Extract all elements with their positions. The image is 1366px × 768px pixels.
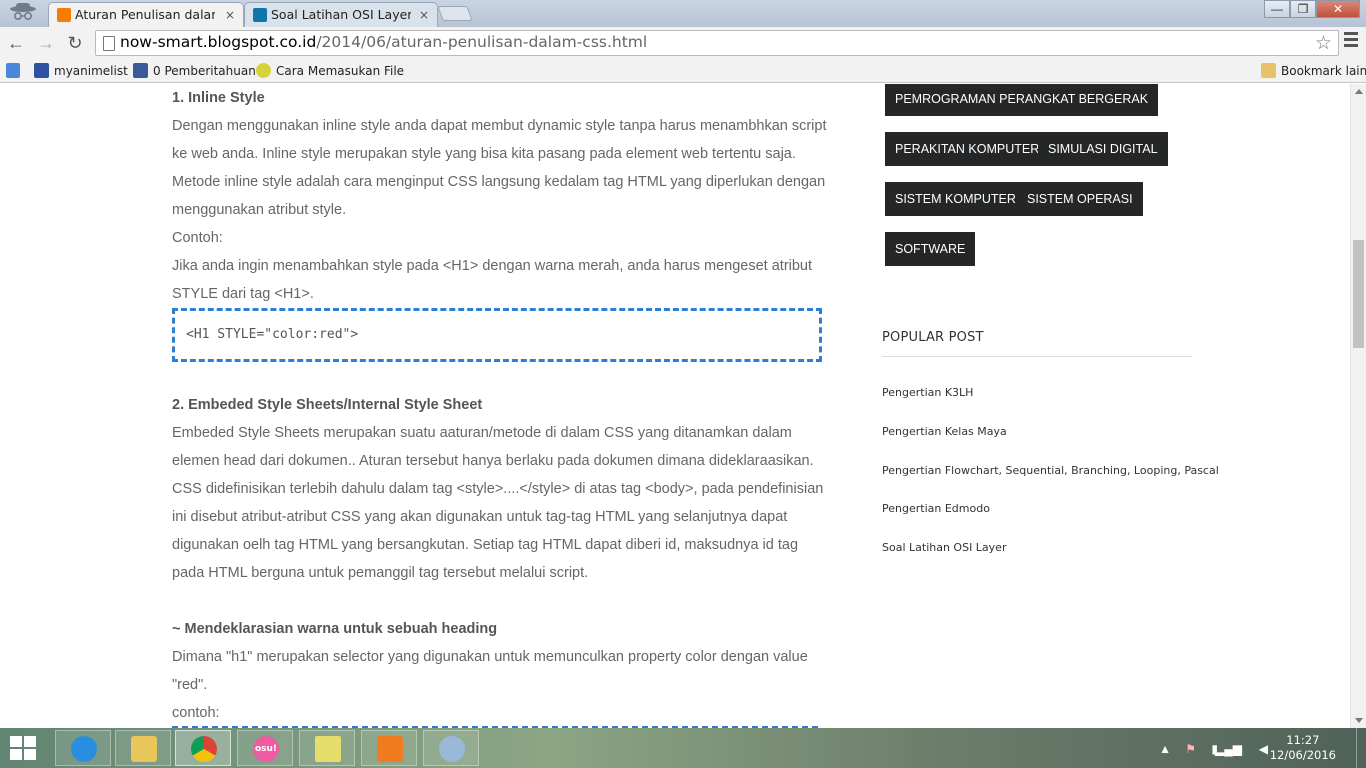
popular-post-link[interactable]: Soal Latihan OSI Layer [882, 541, 1006, 554]
internet-explorer-icon [71, 736, 97, 762]
taskbar-paint[interactable] [423, 730, 479, 766]
url-text[interactable]: now-smart.blogspot.co.id/2014/06/aturan-… [120, 33, 647, 51]
forward-button[interactable]: → [34, 30, 58, 56]
chrome-icon [191, 736, 217, 762]
bookmarks-bar: myanimelist 0 Pemberitahuan Cara Memasuk… [0, 59, 1366, 83]
paragraph-line: ke web anda. Inline style merupakan styl… [172, 146, 796, 162]
bookmark-other[interactable]: Bookmark lain [1261, 62, 1366, 80]
popular-post-link[interactable]: Pengertian Edmodo [882, 502, 990, 515]
reload-button[interactable]: ↻ [63, 30, 87, 56]
label-tag[interactable]: SOFTWARE [885, 232, 976, 266]
paragraph-line: CSS didefinisikan terlebih dahulu dalam … [172, 481, 824, 497]
minimize-button[interactable]: — [1264, 0, 1290, 18]
bookmark-star-icon[interactable]: ☆ [1315, 32, 1332, 55]
back-button[interactable]: ← [4, 30, 28, 56]
action-center-icon[interactable]: ⚑ [1185, 742, 1196, 756]
tab-aturan-penulisan[interactable]: Aturan Penulisan dalam C × [48, 2, 244, 27]
tab-soal-latihan[interactable]: Soal Latihan OSI Layer × [244, 2, 438, 27]
linkedin-favicon-icon [253, 8, 267, 22]
tab-close-icon[interactable]: × [225, 3, 235, 27]
maximize-button[interactable]: ❐ [1290, 0, 1316, 18]
popular-post-link[interactable]: Pengertian Kelas Maya [882, 425, 1007, 438]
apps-shortcut-icon[interactable] [6, 62, 25, 80]
site-icon [256, 63, 271, 78]
close-window-button[interactable]: ✕ [1316, 0, 1360, 18]
vertical-scrollbar[interactable] [1350, 84, 1366, 728]
web-page: 1. Inline Style Dengan menggunakan inlin… [0, 84, 1350, 728]
page-icon [103, 36, 115, 51]
chrome-menu-icon[interactable] [1344, 32, 1358, 50]
taskbar-osu[interactable]: osu! [237, 730, 293, 766]
volume-icon[interactable]: ◀ [1259, 742, 1268, 756]
url-path: /2014/06/aturan-penulisan-dalam-css.html [316, 33, 648, 51]
bookmark-pemberitahuan[interactable]: 0 Pemberitahuan [133, 62, 256, 80]
paragraph-line: contoh: [172, 705, 220, 721]
taskbar-file-explorer[interactable] [115, 730, 171, 766]
label-tag[interactable]: SISTEM OPERASI [1017, 182, 1143, 216]
mal-icon [34, 63, 49, 78]
pdf-icon [377, 736, 403, 762]
scroll-down-arrow-icon[interactable] [1355, 718, 1363, 723]
label-tag[interactable]: PERAKITAN KOMPUTER [885, 132, 1050, 166]
network-signal-icon[interactable]: ▂▄▆ [1215, 742, 1242, 756]
url-host: now-smart.blogspot.co.id [120, 33, 317, 51]
clock-date: 12/06/2016 [1269, 748, 1336, 762]
popular-post-link[interactable]: Pengertian Flowchart, Sequential, Branch… [882, 464, 1219, 477]
facebook-icon [133, 63, 148, 78]
code-block: <H1 STYLE="color:red"> [172, 308, 822, 362]
windows-start-icon[interactable] [10, 736, 38, 762]
incognito-icon [10, 3, 36, 21]
osu-icon: osu! [253, 736, 279, 762]
paragraph-line: digunakan oelh tag HTML yang bersangkuta… [172, 537, 799, 553]
sticky-notes-icon [315, 736, 341, 762]
show-desktop-button[interactable] [1356, 728, 1366, 768]
taskbar-sticky-notes[interactable] [299, 730, 355, 766]
paragraph-line: "red". [172, 677, 208, 693]
section-heading: 2. Embeded Style Sheets/Internal Style S… [172, 397, 483, 413]
tab-title: Aturan Penulisan dalam C [75, 7, 215, 22]
paragraph-line: Jika anda ingin menambahkan style pada <… [172, 258, 813, 274]
folder-icon [131, 736, 157, 762]
scroll-up-arrow-icon[interactable] [1355, 89, 1363, 94]
popular-post-title: POPULAR POST [882, 330, 984, 345]
clock-time: 11:27 [1286, 733, 1320, 747]
paragraph-line: ini disebut atribut-atribut CSS yang aka… [172, 509, 788, 525]
tab-close-icon[interactable]: × [419, 3, 429, 27]
blogger-favicon-icon [57, 8, 71, 22]
paragraph-line: Metode inline style adalah cara menginpu… [172, 174, 826, 190]
paint-palette-icon [439, 736, 465, 762]
paragraph-line: Dimana "h1" merupakan selector yang digu… [172, 649, 808, 665]
divider [882, 356, 1192, 357]
new-tab-button[interactable] [437, 6, 473, 21]
folder-icon [1261, 63, 1276, 78]
show-hidden-icons-icon[interactable]: ▲ [1159, 742, 1171, 756]
system-clock[interactable]: 11:27 12/06/2016 [1270, 733, 1336, 763]
tab-strip: Aturan Penulisan dalam C × Soal Latihan … [0, 0, 1366, 27]
paragraph-line: menggunakan atribut style. [172, 202, 347, 218]
taskbar-foxit-pdf[interactable] [361, 730, 417, 766]
label-tag[interactable]: SIMULASI DIGITAL [1038, 132, 1168, 166]
section-heading: ~ Mendeklarasian warna untuk sebuah head… [172, 621, 498, 637]
bookmark-cara-memasukan[interactable]: Cara Memasukan File [256, 62, 404, 80]
scroll-thumb[interactable] [1353, 240, 1364, 348]
address-bar[interactable]: now-smart.blogspot.co.id/2014/06/aturan-… [95, 30, 1339, 56]
taskbar-chrome[interactable] [175, 730, 231, 766]
paragraph-line: Contoh: [172, 230, 223, 246]
windows-taskbar: osu! ▲ ⚑ ▮ ▂▄▆ ◀ 11:27 12/06/2016 [0, 728, 1366, 768]
tab-title: Soal Latihan OSI Layer [271, 7, 411, 22]
paragraph-line: Dengan menggunakan inline style anda dap… [172, 118, 827, 134]
paragraph-line: pada HTML berguna untuk pemanggil tag te… [172, 565, 589, 581]
window-controls: — ❐ ✕ [1264, 0, 1360, 18]
browser-toolbar: ← → ↻ now-smart.blogspot.co.id/2014/06/a… [0, 27, 1366, 59]
popular-post-link[interactable]: Pengertian K3LH [882, 386, 973, 399]
section-heading: 1. Inline Style [172, 90, 265, 106]
paragraph-line: STYLE dari tag <H1>. [172, 286, 314, 302]
taskbar-internet-explorer[interactable] [55, 730, 111, 766]
bookmark-myanimelist[interactable]: myanimelist [34, 62, 128, 80]
paragraph-line: Embeded Style Sheets merupakan suatu aat… [172, 425, 792, 441]
label-tag[interactable]: SISTEM KOMPUTER [885, 182, 1026, 216]
paragraph-line: elemen head dari dokumen.. Aturan terseb… [172, 453, 814, 469]
label-tag[interactable]: PEMROGRAMAN PERANGKAT BERGERAK [885, 84, 1159, 116]
